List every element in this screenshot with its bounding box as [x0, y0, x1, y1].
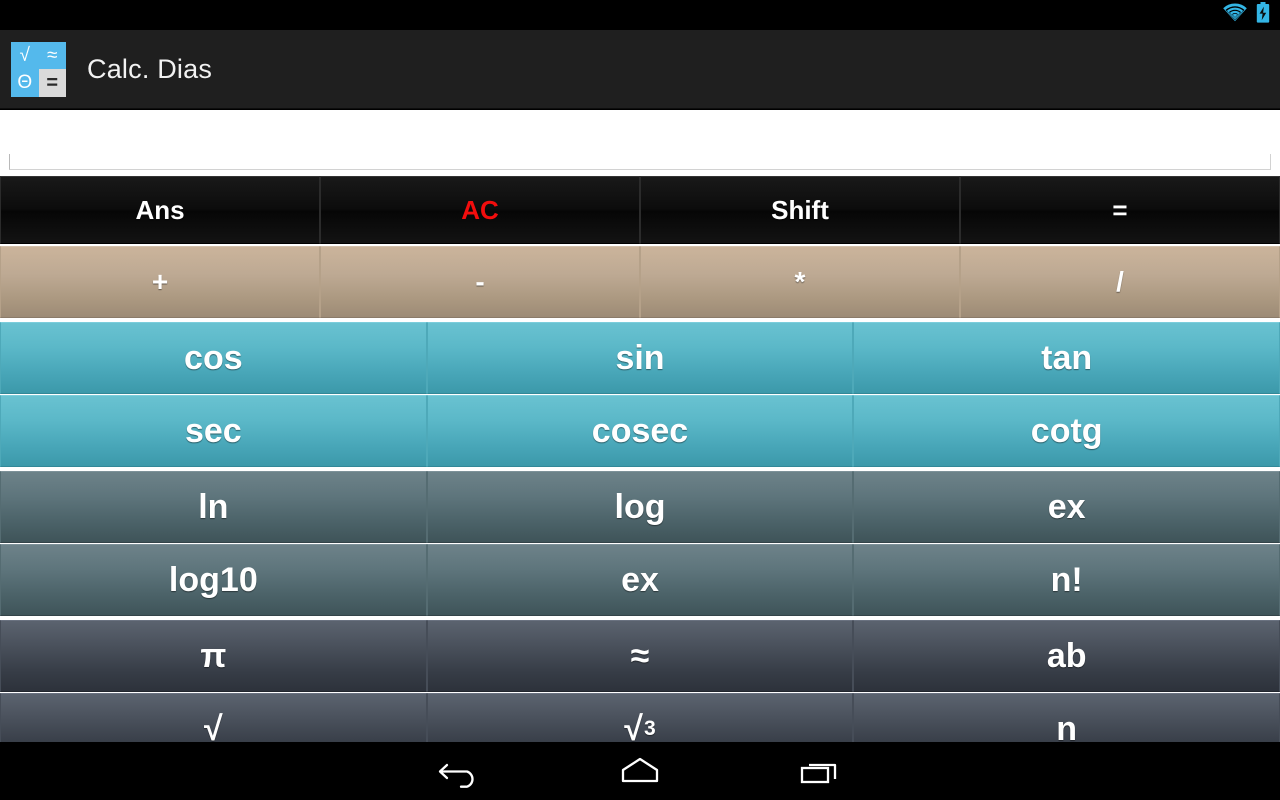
- key-label: cos: [184, 338, 243, 377]
- app-icon-sqrt-glyph: √: [19, 44, 30, 66]
- key-shift[interactable]: Shift: [640, 176, 960, 244]
- key-ln[interactable]: ln: [0, 471, 427, 543]
- key-label: cosec: [591, 411, 689, 450]
- key-label: ≈: [630, 636, 650, 675]
- battery-charging-icon: [1256, 2, 1270, 28]
- app-icon-equals-glyph: =: [38, 69, 66, 97]
- key-label: ln: [198, 487, 229, 526]
- key-tan[interactable]: tan: [853, 322, 1280, 394]
- key-label: tan: [1041, 338, 1093, 377]
- page-title: Calc. Dias: [87, 53, 213, 84]
- key-equals[interactable]: =: [960, 176, 1280, 244]
- key-label: n!: [1050, 560, 1083, 599]
- key-cos[interactable]: cos: [0, 322, 427, 394]
- keypad-group-log-rows: ln log ex log10 ex n!: [0, 471, 1280, 616]
- key-label: sec: [184, 411, 242, 450]
- key-label: +: [151, 266, 169, 297]
- key-label: π: [200, 636, 227, 675]
- calculator-display[interactable]: [0, 110, 1280, 176]
- key-sec[interactable]: sec: [0, 395, 427, 467]
- navigation-bar: [0, 742, 1280, 800]
- key-label: cotg: [1030, 411, 1103, 450]
- keypad-row: sec cosec cotg: [0, 395, 1280, 467]
- keypad-group-operator-row: + - * /: [0, 246, 1280, 318]
- key-label: ex: [621, 560, 659, 599]
- key-label: /: [1116, 266, 1124, 297]
- key-factorial[interactable]: n!: [853, 544, 1280, 616]
- key-log[interactable]: log: [426, 471, 854, 543]
- key-label: log10: [168, 560, 258, 599]
- key-ex-2[interactable]: ex: [426, 544, 854, 616]
- key-approx[interactable]: ≈: [426, 620, 854, 692]
- keypad-row: log10 ex n!: [0, 544, 1280, 616]
- key-ans[interactable]: Ans: [0, 176, 320, 244]
- key-multiply[interactable]: *: [640, 246, 960, 318]
- keypad: Ans AC Shift = + - * / cos sin tan sec cosec cotg ln lo…: [0, 176, 1280, 765]
- key-minus[interactable]: -: [320, 246, 640, 318]
- key-label: Ans: [135, 194, 185, 225]
- wifi-icon: [1222, 3, 1248, 27]
- key-log10[interactable]: log10: [0, 544, 427, 616]
- key-cotg[interactable]: cotg: [853, 395, 1280, 467]
- app-icon-theta-glyph: Θ: [17, 72, 33, 94]
- keypad-group-command-row: Ans AC Shift =: [0, 176, 1280, 244]
- app-icon-approx-glyph: ≈: [47, 44, 58, 66]
- keypad-row: π ≈ ab: [0, 620, 1280, 692]
- display-input-underline[interactable]: [9, 154, 1271, 170]
- key-label: ab: [1046, 636, 1087, 675]
- key-ab[interactable]: ab: [853, 620, 1280, 692]
- device-screen: √ ≈ Θ = Calc. Dias Ans AC Shift = + - * / cos sin…: [0, 0, 1280, 800]
- keypad-row: Ans AC Shift =: [0, 176, 1280, 244]
- key-label: Shift: [771, 194, 829, 225]
- nav-recents-icon[interactable]: [784, 747, 856, 795]
- key-label: -: [475, 266, 485, 297]
- key-divide[interactable]: /: [960, 246, 1280, 318]
- key-sin[interactable]: sin: [426, 322, 854, 394]
- keypad-row: + - * /: [0, 246, 1280, 318]
- key-ac[interactable]: AC: [320, 176, 640, 244]
- key-pi[interactable]: π: [0, 620, 427, 692]
- key-cosec[interactable]: cosec: [426, 395, 854, 467]
- app-icon[interactable]: √ ≈ Θ =: [11, 41, 66, 97]
- nav-back-icon[interactable]: [424, 747, 496, 795]
- key-label: AC: [461, 194, 499, 225]
- key-label: sin: [615, 338, 665, 377]
- nav-home-icon[interactable]: [604, 747, 676, 795]
- key-plus[interactable]: +: [0, 246, 320, 318]
- status-bar: [0, 0, 1280, 30]
- key-label: *: [794, 266, 806, 297]
- key-label: ex: [1047, 487, 1086, 526]
- key-label: log: [614, 487, 666, 526]
- action-bar: √ ≈ Θ = Calc. Dias: [0, 30, 1280, 109]
- keypad-row: cos sin tan: [0, 322, 1280, 394]
- keypad-row: ln log ex: [0, 471, 1280, 543]
- key-ex[interactable]: ex: [853, 471, 1280, 543]
- key-label: =: [1112, 194, 1128, 225]
- keypad-group-trig-rows: cos sin tan sec cosec cotg: [0, 322, 1280, 467]
